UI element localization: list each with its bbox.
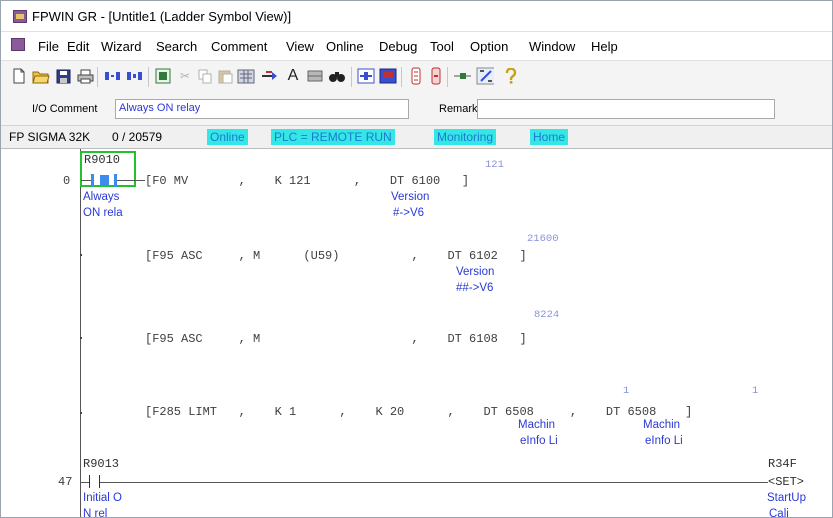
contact-address: R9010 xyxy=(84,153,121,167)
io-comment-input[interactable]: Always ON relay xyxy=(115,99,409,119)
copy-icon[interactable] xyxy=(196,67,214,85)
open-folder-icon[interactable] xyxy=(32,67,50,85)
rail-dot xyxy=(80,412,82,414)
monitor-window-icon[interactable] xyxy=(379,67,397,85)
paste-icon[interactable] xyxy=(216,67,234,85)
menu-view[interactable]: View xyxy=(286,39,314,54)
io-comment-label: I/O Comment xyxy=(32,103,98,115)
menu-file[interactable]: File xyxy=(38,39,59,54)
run-icon[interactable] xyxy=(453,67,471,85)
monitor-value: 1 xyxy=(752,385,759,397)
menu-edit[interactable]: Edit xyxy=(67,39,89,54)
menu-tool[interactable]: Tool xyxy=(430,39,454,54)
contact-comment: Always xyxy=(83,191,120,203)
menu-wizard[interactable]: Wizard xyxy=(101,39,141,54)
contact-comment: Initial O xyxy=(83,492,122,504)
help-icon[interactable] xyxy=(502,67,520,85)
plc-mode-status: PLC = REMOTE RUN xyxy=(271,129,395,145)
rail-dot xyxy=(80,254,82,256)
rung-wire xyxy=(81,180,91,181)
power-rail xyxy=(80,149,81,517)
monitoring-status: Monitoring xyxy=(434,129,497,145)
title-bar: FPWIN GR - [Untitle1 (Ladder Symbol View… xyxy=(1,1,832,32)
toolbar: ✂ A xyxy=(1,60,832,95)
toolbar-separator xyxy=(97,67,98,87)
contact-left-bar xyxy=(91,174,94,187)
toolbar-separator xyxy=(351,67,352,87)
toolbar-separator xyxy=(401,67,402,87)
toolbar-separator xyxy=(148,67,149,87)
rung-wire xyxy=(81,482,89,483)
monitor-icon[interactable] xyxy=(357,67,375,85)
print-icon[interactable] xyxy=(76,67,94,85)
app-window: FPWIN GR - [Untitle1 (Ladder Symbol View… xyxy=(0,0,833,518)
text-icon[interactable]: A xyxy=(284,67,302,85)
insert-icon[interactable] xyxy=(260,67,278,85)
coil-address: R34F xyxy=(768,457,797,471)
menu-option[interactable]: Option xyxy=(470,39,508,54)
menu-comment[interactable]: Comment xyxy=(211,39,267,54)
monitor-value: 121 xyxy=(485,159,504,171)
document-icon[interactable] xyxy=(11,38,25,51)
monitor-value: 1 xyxy=(623,385,630,397)
convert-icon[interactable] xyxy=(237,67,255,85)
operand-comment: Machin xyxy=(518,419,556,431)
operand-comment: Version xyxy=(391,191,430,203)
plc-model: FP SIGMA 32K xyxy=(9,130,91,144)
operand-comment: ##->V6 xyxy=(456,282,494,294)
operand-comment: Machin xyxy=(643,419,681,431)
monitor-value: 21600 xyxy=(527,233,559,245)
monitor-value: 8224 xyxy=(534,309,560,321)
instruction-f0-mv[interactable]: [F0 MV , K 121 , DT 6100 ] xyxy=(145,174,469,188)
instruction-f95-asc[interactable]: [F95 ASC , M , DT 6108 ] xyxy=(145,332,527,346)
comment-icon[interactable] xyxy=(154,67,172,85)
operand-comment: eInfo Li xyxy=(645,435,683,447)
plc-up-icon[interactable] xyxy=(407,67,425,85)
menu-window[interactable]: Window xyxy=(529,39,575,54)
home-status: Home xyxy=(530,129,569,145)
rung-wire xyxy=(117,180,145,181)
instruction-f95-asc[interactable]: [F95 ASC , M (U59) , DT 6102 ] xyxy=(145,249,527,263)
comment-bar: I/O Comment Always ON relay Remark xyxy=(1,94,832,126)
step-count: 0 / 20579 xyxy=(112,130,163,144)
operand-comment: #->V6 xyxy=(393,207,425,219)
rail-dot xyxy=(80,337,82,339)
contact-on-indicator xyxy=(100,175,109,186)
find-icon[interactable] xyxy=(328,67,346,85)
set-coil[interactable]: <SET> xyxy=(768,475,804,489)
menu-online[interactable]: Online xyxy=(326,39,364,54)
operand-comment: eInfo Li xyxy=(520,435,558,447)
contact-left-bar xyxy=(89,475,90,488)
menu-debug[interactable]: Debug xyxy=(379,39,417,54)
contact-comment: ON rela xyxy=(83,207,123,219)
operand-comment: Version xyxy=(456,266,495,278)
online-status: Online xyxy=(207,129,248,145)
cut-icon[interactable]: ✂ xyxy=(176,67,194,85)
contact-address: R9013 xyxy=(83,457,120,471)
instruction-f285-limt[interactable]: [F285 LIMT , K 1 , K 20 , DT 6508 , DT 6… xyxy=(145,405,692,419)
new-file-icon[interactable] xyxy=(10,67,28,85)
ladder-diagram[interactable]: 0 R9010 Always ON rela [F0 MV , K 121 , … xyxy=(1,149,832,518)
status-bar: FP SIGMA 32K 0 / 20579 Online PLC = REMO… xyxy=(1,126,832,149)
rung-address: 0 xyxy=(63,174,71,188)
plc-down-icon[interactable] xyxy=(427,67,445,85)
online-edit-icon[interactable] xyxy=(104,67,122,85)
coil-comment: StartUp xyxy=(767,492,806,504)
menu-search[interactable]: Search xyxy=(156,39,197,54)
offline-edit-icon[interactable] xyxy=(126,67,144,85)
save-icon[interactable] xyxy=(54,67,72,85)
menu-help[interactable]: Help xyxy=(591,39,618,54)
window-title: FPWIN GR - [Untitle1 (Ladder Symbol View… xyxy=(32,9,292,24)
menu-bar: File Edit Wizard Search Comment View Onl… xyxy=(1,32,832,59)
coil-comment: Cali xyxy=(769,508,789,518)
rung-wire xyxy=(100,482,768,483)
app-logo-icon xyxy=(13,10,27,23)
remark-input[interactable] xyxy=(477,99,775,119)
remark-label: Remark xyxy=(439,103,478,115)
toolbar-separator xyxy=(447,67,448,87)
toggle-icon[interactable] xyxy=(476,67,494,85)
rung-address: 47 xyxy=(58,475,73,489)
contact-comment: N rel xyxy=(83,508,108,518)
block-icon[interactable] xyxy=(306,67,324,85)
